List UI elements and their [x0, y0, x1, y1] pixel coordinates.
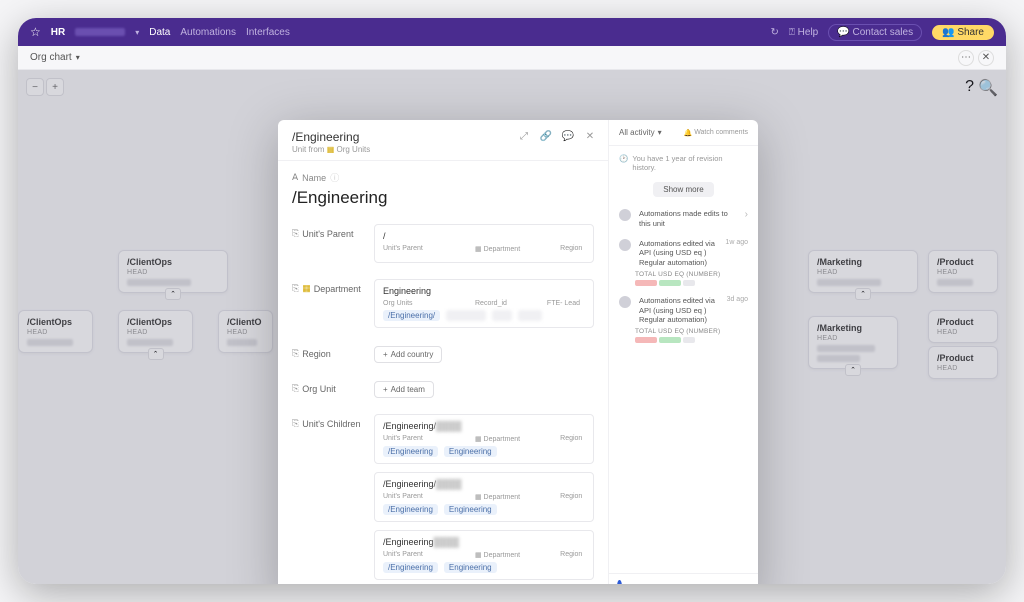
- modal-body: 𝖠 Name ⓘ /Engineering ⎘Unit's Parent / U…: [278, 161, 608, 584]
- nav-interfaces[interactable]: Interfaces: [246, 27, 290, 38]
- field-label-orgunit: ⎘Org Unit: [292, 379, 364, 394]
- avatar: [619, 296, 631, 308]
- child-unit-card[interactable]: /Engineering████ Unit's Parent▦ Departme…: [374, 530, 594, 580]
- close-icon[interactable]: ✕: [582, 128, 598, 144]
- chevron-down-icon[interactable]: ▾: [135, 28, 139, 37]
- modal-header: /Engineering Unit from ▦ Org Units ⤢ 🔗 💬…: [278, 120, 608, 161]
- workspace-name[interactable]: [75, 28, 125, 36]
- comment-composer: A ☺: [609, 573, 758, 584]
- show-more-button[interactable]: Show more: [653, 182, 713, 197]
- chevron-down-icon[interactable]: ▾: [76, 53, 80, 62]
- field-label-department: ⎘▦Department: [292, 279, 364, 294]
- share-button[interactable]: 👥 Share: [932, 25, 994, 40]
- clock-icon: 🕑: [619, 154, 628, 172]
- activity-filter-dropdown[interactable]: All activity ▾: [619, 128, 662, 137]
- link-icon[interactable]: 🔗: [538, 128, 554, 144]
- person-icon: 𝖠: [292, 172, 298, 183]
- activity-item: Automations edited via API (using USD eq…: [619, 296, 748, 343]
- add-country-button[interactable]: + Add country: [374, 346, 442, 363]
- comment-icon[interactable]: 💬: [560, 128, 576, 144]
- nav-automations[interactable]: Automations: [180, 27, 236, 38]
- revision-note: 🕑You have 1 year of revision history.: [619, 154, 748, 172]
- app-window: ☆ HR ▾ Data Automations Interfaces ↻ ⍰ H…: [18, 18, 1006, 584]
- nav-data[interactable]: Data: [149, 27, 170, 38]
- history-icon[interactable]: ↻: [771, 27, 779, 38]
- star-icon: ☆: [30, 25, 41, 39]
- comment-input[interactable]: [628, 583, 738, 585]
- subheader: Org chart ▾ ⋯ ✕: [18, 46, 1006, 70]
- field-label-parent: ⎘Unit's Parent: [292, 224, 364, 239]
- activity-sidebar: All activity ▾ 🔔 Watch comments 🕑You hav…: [608, 120, 758, 584]
- avatar: [619, 239, 631, 251]
- info-icon[interactable]: ⓘ: [330, 171, 339, 184]
- watch-comments-button[interactable]: 🔔 Watch comments: [683, 129, 748, 137]
- expand-icon[interactable]: ⤢: [516, 128, 532, 144]
- record-breadcrumb: Unit from ▦ Org Units: [292, 145, 594, 154]
- department-value-card[interactable]: Engineering Org UnitsRecord_idFTE- Lead …: [374, 279, 594, 328]
- activity-item: Automations edited via API (using USD eq…: [619, 239, 748, 286]
- settings-icon[interactable]: ⋯: [958, 50, 974, 66]
- chevron-down-icon: ▾: [658, 128, 662, 137]
- name-field-label: 𝖠 Name ⓘ: [292, 171, 594, 184]
- avatar: [619, 209, 631, 221]
- brand: HR: [51, 27, 65, 38]
- child-unit-card[interactable]: /Engineering/████ Unit's Parent▦ Departm…: [374, 414, 594, 464]
- add-team-button[interactable]: + Add team: [374, 381, 434, 398]
- org-chart-canvas[interactable]: − + ? 🔍 /ClientOps HEAD ⌃ /ClientOps HEA…: [18, 70, 1006, 584]
- child-unit-card[interactable]: /Engineering/████ Unit's Parent▦ Departm…: [374, 472, 594, 522]
- field-label-region: ⎘Region: [292, 344, 364, 359]
- field-label-children: ⎘Unit's Children: [292, 414, 364, 429]
- activity-item: Automations made edits to this unit›: [619, 209, 748, 229]
- emoji-icon[interactable]: ☺: [744, 582, 754, 585]
- view-title[interactable]: Org chart: [30, 52, 72, 63]
- record-name[interactable]: /Engineering: [292, 188, 594, 208]
- parent-value-card[interactable]: / Unit's Parent▦ DepartmentRegion: [374, 224, 594, 263]
- record-modal: /Engineering Unit from ▦ Org Units ⤢ 🔗 💬…: [278, 120, 758, 584]
- topbar: ☆ HR ▾ Data Automations Interfaces ↻ ⍰ H…: [18, 18, 1006, 46]
- help-link[interactable]: ⍰ Help: [789, 27, 818, 38]
- contact-sales-button[interactable]: 💬 Contact sales: [828, 24, 922, 41]
- chevron-right-icon[interactable]: ›: [745, 209, 748, 220]
- user-avatar: A: [617, 580, 622, 584]
- close-view-icon[interactable]: ✕: [978, 50, 994, 66]
